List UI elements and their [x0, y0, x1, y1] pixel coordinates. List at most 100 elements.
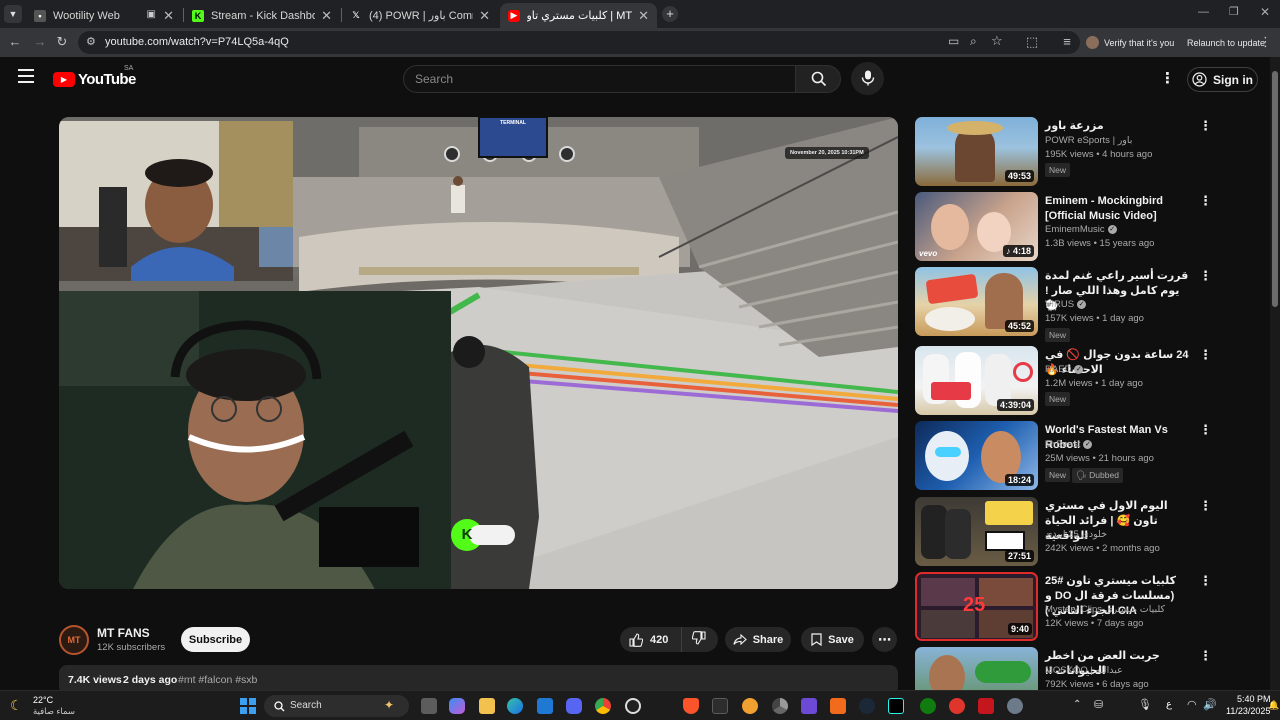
tray-chevron-icon[interactable]: ⌃ — [1073, 699, 1081, 710]
video-menu-icon[interactable]: ⋮ — [1199, 118, 1212, 134]
video-thumbnail[interactable]: 25 9:40 — [915, 572, 1038, 641]
app-icon-red[interactable] — [949, 698, 965, 714]
video-channel[interactable]: Mystery Clips-كلبيات ميستري — [1045, 604, 1165, 615]
like-button[interactable]: 420 — [620, 627, 682, 652]
video-thumbnail[interactable]: 45:52 — [915, 267, 1038, 336]
relaunch-button[interactable]: Relaunch to update — [1181, 33, 1271, 52]
extensions-icon[interactable]: ⬚ — [1024, 34, 1040, 50]
task-view-icon[interactable] — [421, 698, 437, 714]
recommended-video[interactable]: vevo ♪ 4:18 Eminem - Mockingbird [Offici… — [915, 192, 1215, 262]
obs-icon[interactable] — [625, 698, 641, 714]
browser-tab-kick[interactable]: K Stream - Kick Dashboard ✕ — [184, 3, 340, 28]
recommended-video[interactable]: 49:53 مزرعة باور POWR eSports | باور 195… — [915, 117, 1215, 187]
share-button[interactable]: Share — [725, 627, 791, 652]
back-icon[interactable]: ← — [7, 34, 23, 50]
input-language[interactable]: ع — [1166, 699, 1172, 710]
video-channel[interactable]: EminemMusic ✓ — [1045, 224, 1117, 235]
minimize-window-button[interactable]: — — [1198, 6, 1209, 18]
restore-window-button[interactable]: ❐ — [1229, 5, 1239, 18]
recommended-video[interactable]: جربت العض من اخطر الحيوانات !! MOSKOO | … — [915, 647, 1215, 690]
video-menu-icon[interactable]: ⋮ — [1199, 422, 1212, 438]
tab-search-button[interactable]: ▼ — [4, 5, 22, 23]
chrome-icon[interactable] — [595, 698, 611, 714]
settings-gear-icon[interactable] — [1007, 698, 1023, 714]
tray-network-icon[interactable]: ⛁ — [1094, 698, 1103, 711]
video-channel[interactable]: RAED ✓ — [1045, 364, 1084, 375]
video-channel[interactable]: MrBeast ✓ — [1045, 439, 1093, 450]
brave-icon[interactable] — [683, 698, 699, 714]
video-menu-icon[interactable]: ⋮ — [1199, 573, 1212, 589]
close-tab-icon[interactable]: ✕ — [479, 8, 490, 24]
video-channel[interactable]: VIRUS ✓ — [1045, 299, 1087, 310]
clock-date[interactable]: 11/23/2025 — [1226, 706, 1270, 716]
video-channel[interactable]: MOSKOO | عبدالله — [1045, 665, 1123, 676]
forward-icon[interactable]: → — [32, 34, 48, 50]
tray-volume-icon[interactable]: 🔊 — [1203, 698, 1217, 711]
file-explorer-icon[interactable] — [479, 698, 495, 714]
video-thumbnail[interactable]: 18:24 — [915, 421, 1038, 490]
video-menu-icon[interactable]: ⋮ — [1199, 648, 1212, 664]
video-thumbnail[interactable]: vevo ♪ 4:18 — [915, 192, 1038, 261]
address-bar[interactable]: ⚙ youtube.com/watch?v=P74LQ5a-4qQ ▭ ⌕ ☆ — [78, 31, 1080, 54]
video-menu-icon[interactable]: ⋮ — [1199, 193, 1212, 209]
browser-tab-youtube[interactable]: ▶ MT | كلبيات مستري تاون #77 | سد ✕ — [500, 3, 657, 28]
profile-chip[interactable]: Verify that it's you — [1086, 33, 1174, 52]
tray-wifi-icon[interactable]: ◠ — [1187, 698, 1197, 711]
app-icon-purple[interactable] — [801, 698, 817, 714]
app-icon-triangle[interactable] — [830, 698, 846, 714]
recommended-video[interactable]: 25 9:40 كلبيات ميستري تاون #25 (مسلسات ف… — [915, 572, 1215, 642]
video-thumbnail[interactable]: 4:39:04 — [915, 346, 1038, 415]
reload-icon[interactable]: ↻ — [54, 34, 70, 50]
subscribe-button[interactable]: Subscribe — [181, 627, 250, 652]
youtube-logo[interactable]: ▶ YouTube SA — [53, 65, 136, 88]
save-button[interactable]: Save — [801, 627, 864, 652]
tray-microphone-icon[interactable]: 🎙 — [1138, 698, 1152, 711]
video-thumbnail[interactable] — [915, 647, 1038, 690]
chrome-alt-icon[interactable] — [772, 698, 788, 714]
zoom-icon[interactable]: ⌕ — [970, 34, 977, 49]
cast-icon[interactable]: ▭ — [948, 34, 959, 48]
xbox-icon[interactable] — [920, 698, 936, 714]
video-thumbnail[interactable]: 27:51 — [915, 497, 1038, 566]
recommended-video[interactable]: 45:52 قررت أسير راعي غنم لمدة يوم كامل و… — [915, 267, 1215, 342]
reading-list-icon[interactable]: ≡ — [1059, 34, 1075, 50]
browser-tab-wootility[interactable]: ▪ Wootility Web ▣ ✕ — [26, 3, 182, 28]
recommended-video[interactable]: 18:24 World's Fastest Man Vs Robot! MrBe… — [915, 421, 1215, 491]
sign-in-button[interactable]: Sign in — [1187, 67, 1258, 92]
close-tab-icon[interactable]: ✕ — [163, 8, 174, 24]
terminal-icon[interactable] — [712, 698, 728, 714]
store-icon[interactable] — [537, 698, 553, 714]
browser-tab-x[interactable]: 𝕏 (4) POWR | باور Community / X ✕ — [342, 3, 498, 28]
recommended-video[interactable]: 27:51 اليوم الاول في مستري تاون 🥰 | فرائ… — [915, 497, 1215, 567]
clock-time[interactable]: 5:40 PM — [1237, 694, 1271, 704]
guide-menu-icon[interactable] — [18, 69, 34, 83]
app-icon-shield[interactable] — [978, 698, 994, 714]
video-channel[interactable]: POWR eSports | باور — [1045, 135, 1132, 146]
settings-kebab-icon[interactable]: ⋮ — [1160, 69, 1175, 87]
copilot-icon[interactable] — [449, 698, 465, 714]
edge-icon[interactable] — [507, 698, 523, 714]
close-tab-icon[interactable]: ✕ — [638, 8, 649, 24]
chrome-menu-icon[interactable]: ⋮ — [1259, 34, 1272, 50]
app-icon-orange[interactable] — [742, 698, 758, 714]
discord-icon[interactable] — [566, 698, 582, 714]
search-input[interactable]: Search — [403, 65, 795, 93]
hashtags[interactable]: #mt #falcon #sxb — [178, 674, 257, 686]
dislike-button[interactable] — [682, 631, 706, 648]
search-button[interactable] — [795, 65, 841, 93]
video-menu-icon[interactable]: ⋮ — [1199, 347, 1212, 363]
channel-avatar[interactable]: MT — [59, 625, 89, 655]
weather-widget[interactable]: ☾ 22°C سماء صافية — [10, 694, 90, 718]
video-thumbnail[interactable]: 49:53 — [915, 117, 1038, 186]
channel-name[interactable]: MT FANS — [97, 626, 150, 640]
tiktok-icon[interactable] — [888, 698, 904, 714]
page-scrollbar[interactable] — [1270, 57, 1280, 690]
steam-icon[interactable] — [859, 698, 875, 714]
notification-bell-icon[interactable]: 🔔 — [1268, 700, 1279, 711]
video-channel[interactable]: خلودي 25 ابيدي — [1045, 529, 1107, 540]
taskbar-search[interactable]: Search ✦ — [264, 695, 409, 717]
recommended-video[interactable]: 4:39:04 24 ساعة بدون جوال 🚫 في الاحساء 🔥… — [915, 346, 1215, 416]
close-tab-icon[interactable]: ✕ — [321, 8, 332, 24]
scrollbar-thumb[interactable] — [1272, 71, 1278, 307]
video-menu-icon[interactable]: ⋮ — [1199, 268, 1212, 284]
